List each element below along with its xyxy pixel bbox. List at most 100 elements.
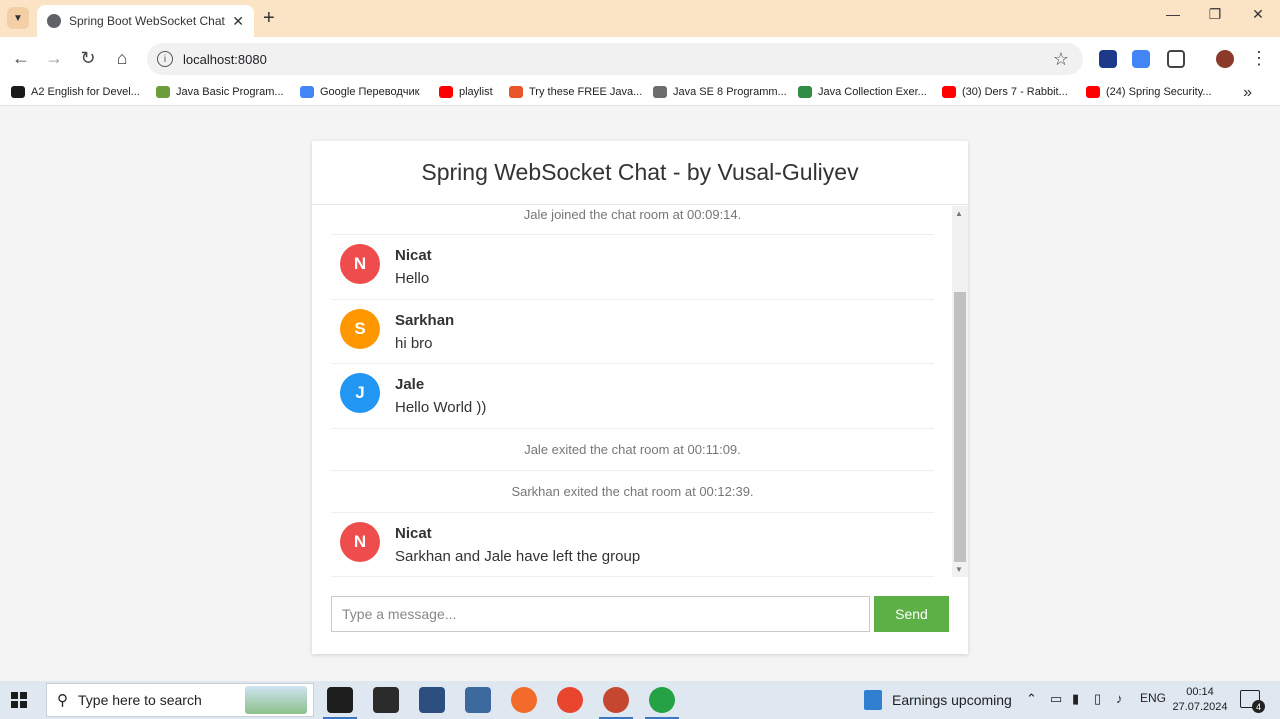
search-icon: ⚲ <box>57 692 68 709</box>
profile-avatar[interactable] <box>1216 50 1234 68</box>
bookmark-favicon-icon <box>653 86 667 98</box>
language-indicator[interactable]: ENG <box>1140 691 1166 705</box>
restore-button[interactable]: ❐ <box>1205 6 1225 23</box>
chat-title: Spring WebSocket Chat - by Vusal-Guliyev <box>312 141 968 205</box>
address-bar[interactable]: i localhost:8080 ☆ <box>147 43 1083 75</box>
forward-button[interactable]: → <box>43 48 65 69</box>
clock-time: 00:14 <box>1186 686 1214 698</box>
bookmark-favicon-icon <box>1086 86 1100 98</box>
taskbar-search[interactable]: ⚲ Type here to search <box>46 683 314 717</box>
taskbar-search-text: Type here to search <box>78 692 202 708</box>
browser-menu-icon[interactable]: ⋮ <box>1248 48 1270 69</box>
event-text: Jale joined the chat room at 00:09:14. <box>523 207 742 222</box>
bookmark-item[interactable]: Java SE 8 Programm... <box>653 86 787 98</box>
devtools-app-icon[interactable] <box>419 687 445 713</box>
bookmark-item[interactable]: Google Переводчик <box>300 86 420 98</box>
message-list: Jale joined the chat room at 00:09:14. N… <box>331 206 934 577</box>
event-text: Sarkhan exited the chat room at 00:12:39… <box>511 483 754 499</box>
volume-icon[interactable]: ♪ <box>1116 691 1123 706</box>
sender-name: Jale <box>395 376 425 393</box>
minimize-button[interactable]: — <box>1163 6 1183 22</box>
intellij-app-icon[interactable] <box>323 687 357 719</box>
sender-name: Sarkhan <box>395 311 455 329</box>
back-button[interactable]: ← <box>10 48 32 69</box>
browser-tab-bar: ▼ Spring Boot WebSocket Chat Ap ✕ + — ❐ … <box>0 0 1280 37</box>
send-button[interactable]: Send <box>874 596 949 632</box>
news-icon <box>864 690 882 710</box>
translate-icon[interactable] <box>1132 50 1150 68</box>
bookmarks-bar: A2 English for Devel... Java Basic Progr… <box>0 82 1280 106</box>
bookmark-item[interactable]: (24) Spring Security... <box>1086 86 1212 98</box>
clock[interactable]: 00:14 27.07.2024 <box>1170 685 1230 715</box>
bookmark-item[interactable]: playlist <box>439 86 493 98</box>
extensions-puzzle-icon[interactable] <box>1167 50 1185 68</box>
new-tab-button[interactable]: + <box>263 7 275 30</box>
event-message: Sarkhan exited the chat room at 00:12:39… <box>331 471 934 513</box>
scroll-up-icon[interactable]: ▲ <box>955 209 963 218</box>
bookmark-item[interactable]: A2 English for Devel... <box>11 86 140 98</box>
close-tab-icon[interactable]: ✕ <box>232 13 244 30</box>
battery-icon[interactable]: ▮ <box>1072 691 1079 707</box>
message-scrollbar[interactable]: ▲ ▼ <box>952 206 968 577</box>
notification-center-icon[interactable]: 4 <box>1240 690 1265 713</box>
event-message: Jale joined the chat room at 00:09:14. <box>331 206 934 235</box>
sender-name: Nicat <box>395 524 432 542</box>
browser-toolbar: ← → ↻ ⌂ i localhost:8080 ☆ ⋮ <box>0 37 1280 82</box>
chevron-right-icon[interactable]: » <box>1243 84 1252 102</box>
message-composer: Send <box>331 596 949 632</box>
message-input[interactable] <box>331 596 870 632</box>
bookmark-star-icon[interactable]: ☆ <box>1053 49 1069 70</box>
bookmark-favicon-icon <box>942 86 956 98</box>
avatar: J <box>340 373 380 413</box>
message-content: hi bro <box>395 334 433 352</box>
chat-message: J Jale Hello World )) <box>331 364 934 429</box>
sender-name: Nicat <box>395 247 432 264</box>
site-info-icon[interactable]: i <box>157 51 173 67</box>
url-text: localhost:8080 <box>183 51 267 67</box>
postgresql-app-icon[interactable] <box>465 687 491 713</box>
event-text: Jale exited the chat room at 00:11:09. <box>524 441 741 457</box>
bookmark-favicon-icon <box>439 86 453 98</box>
avatar: N <box>340 244 380 284</box>
extension-icon[interactable] <box>1099 50 1117 68</box>
tab-title: Spring Boot WebSocket Chat Ap <box>69 14 227 28</box>
close-window-button[interactable]: ✕ <box>1248 6 1268 23</box>
clock-date: 27.07.2024 <box>1172 701 1228 713</box>
home-button[interactable]: ⌂ <box>111 48 133 69</box>
chrome-profile-app-icon[interactable] <box>599 687 633 719</box>
scrollbar-thumb[interactable] <box>954 292 966 562</box>
bookmark-item[interactable]: (30) Ders 7 - Rabbit... <box>942 86 1068 98</box>
browser-tab[interactable]: Spring Boot WebSocket Chat Ap ✕ <box>37 5 254 37</box>
windows-start-button[interactable] <box>11 692 27 708</box>
chat-card: Spring WebSocket Chat - by Vusal-Guliyev… <box>312 141 968 654</box>
meet-now-icon[interactable]: ▭ <box>1050 691 1062 707</box>
bookmark-favicon-icon <box>509 86 523 98</box>
bookmark-item[interactable]: Java Basic Program... <box>156 86 284 98</box>
tray-chevron-up-icon[interactable]: ⌃ <box>1026 691 1037 707</box>
scroll-down-icon[interactable]: ▼ <box>955 565 963 574</box>
chat-message: N Nicat Hello <box>331 235 934 300</box>
bookmark-item[interactable]: Try these FREE Java... <box>509 86 642 98</box>
avatar: S <box>340 308 380 349</box>
chat-message: N Nicat Sarkhan and Jale have left the g… <box>331 513 934 577</box>
chat-message: S Sarkhan hi bro <box>331 300 934 364</box>
message-content: Hello World )) <box>395 399 487 416</box>
avatar: N <box>340 521 380 562</box>
postman-app-icon[interactable] <box>511 687 537 713</box>
reload-button[interactable]: ↻ <box>77 48 99 69</box>
search-highlight-image <box>245 686 307 714</box>
globe-icon <box>47 14 61 28</box>
whatsapp-app-icon[interactable] <box>645 687 679 719</box>
bookmark-favicon-icon <box>156 86 170 98</box>
terminal-app-icon[interactable] <box>373 687 399 713</box>
taskbar: ⚲ Type here to search Earnings upcoming … <box>0 681 1280 719</box>
chrome-app-icon[interactable] <box>557 687 583 713</box>
event-message: Jale exited the chat room at 00:11:09. <box>331 429 934 471</box>
news-widget[interactable]: Earnings upcoming <box>864 690 1012 710</box>
news-label: Earnings upcoming <box>892 692 1012 708</box>
bookmark-item[interactable]: Java Collection Exer... <box>798 86 927 98</box>
bookmark-favicon-icon <box>300 86 314 98</box>
network-icon[interactable]: ▯ <box>1094 691 1101 707</box>
tab-search-button[interactable]: ▼ <box>7 7 29 29</box>
bookmark-favicon-icon <box>11 86 25 98</box>
